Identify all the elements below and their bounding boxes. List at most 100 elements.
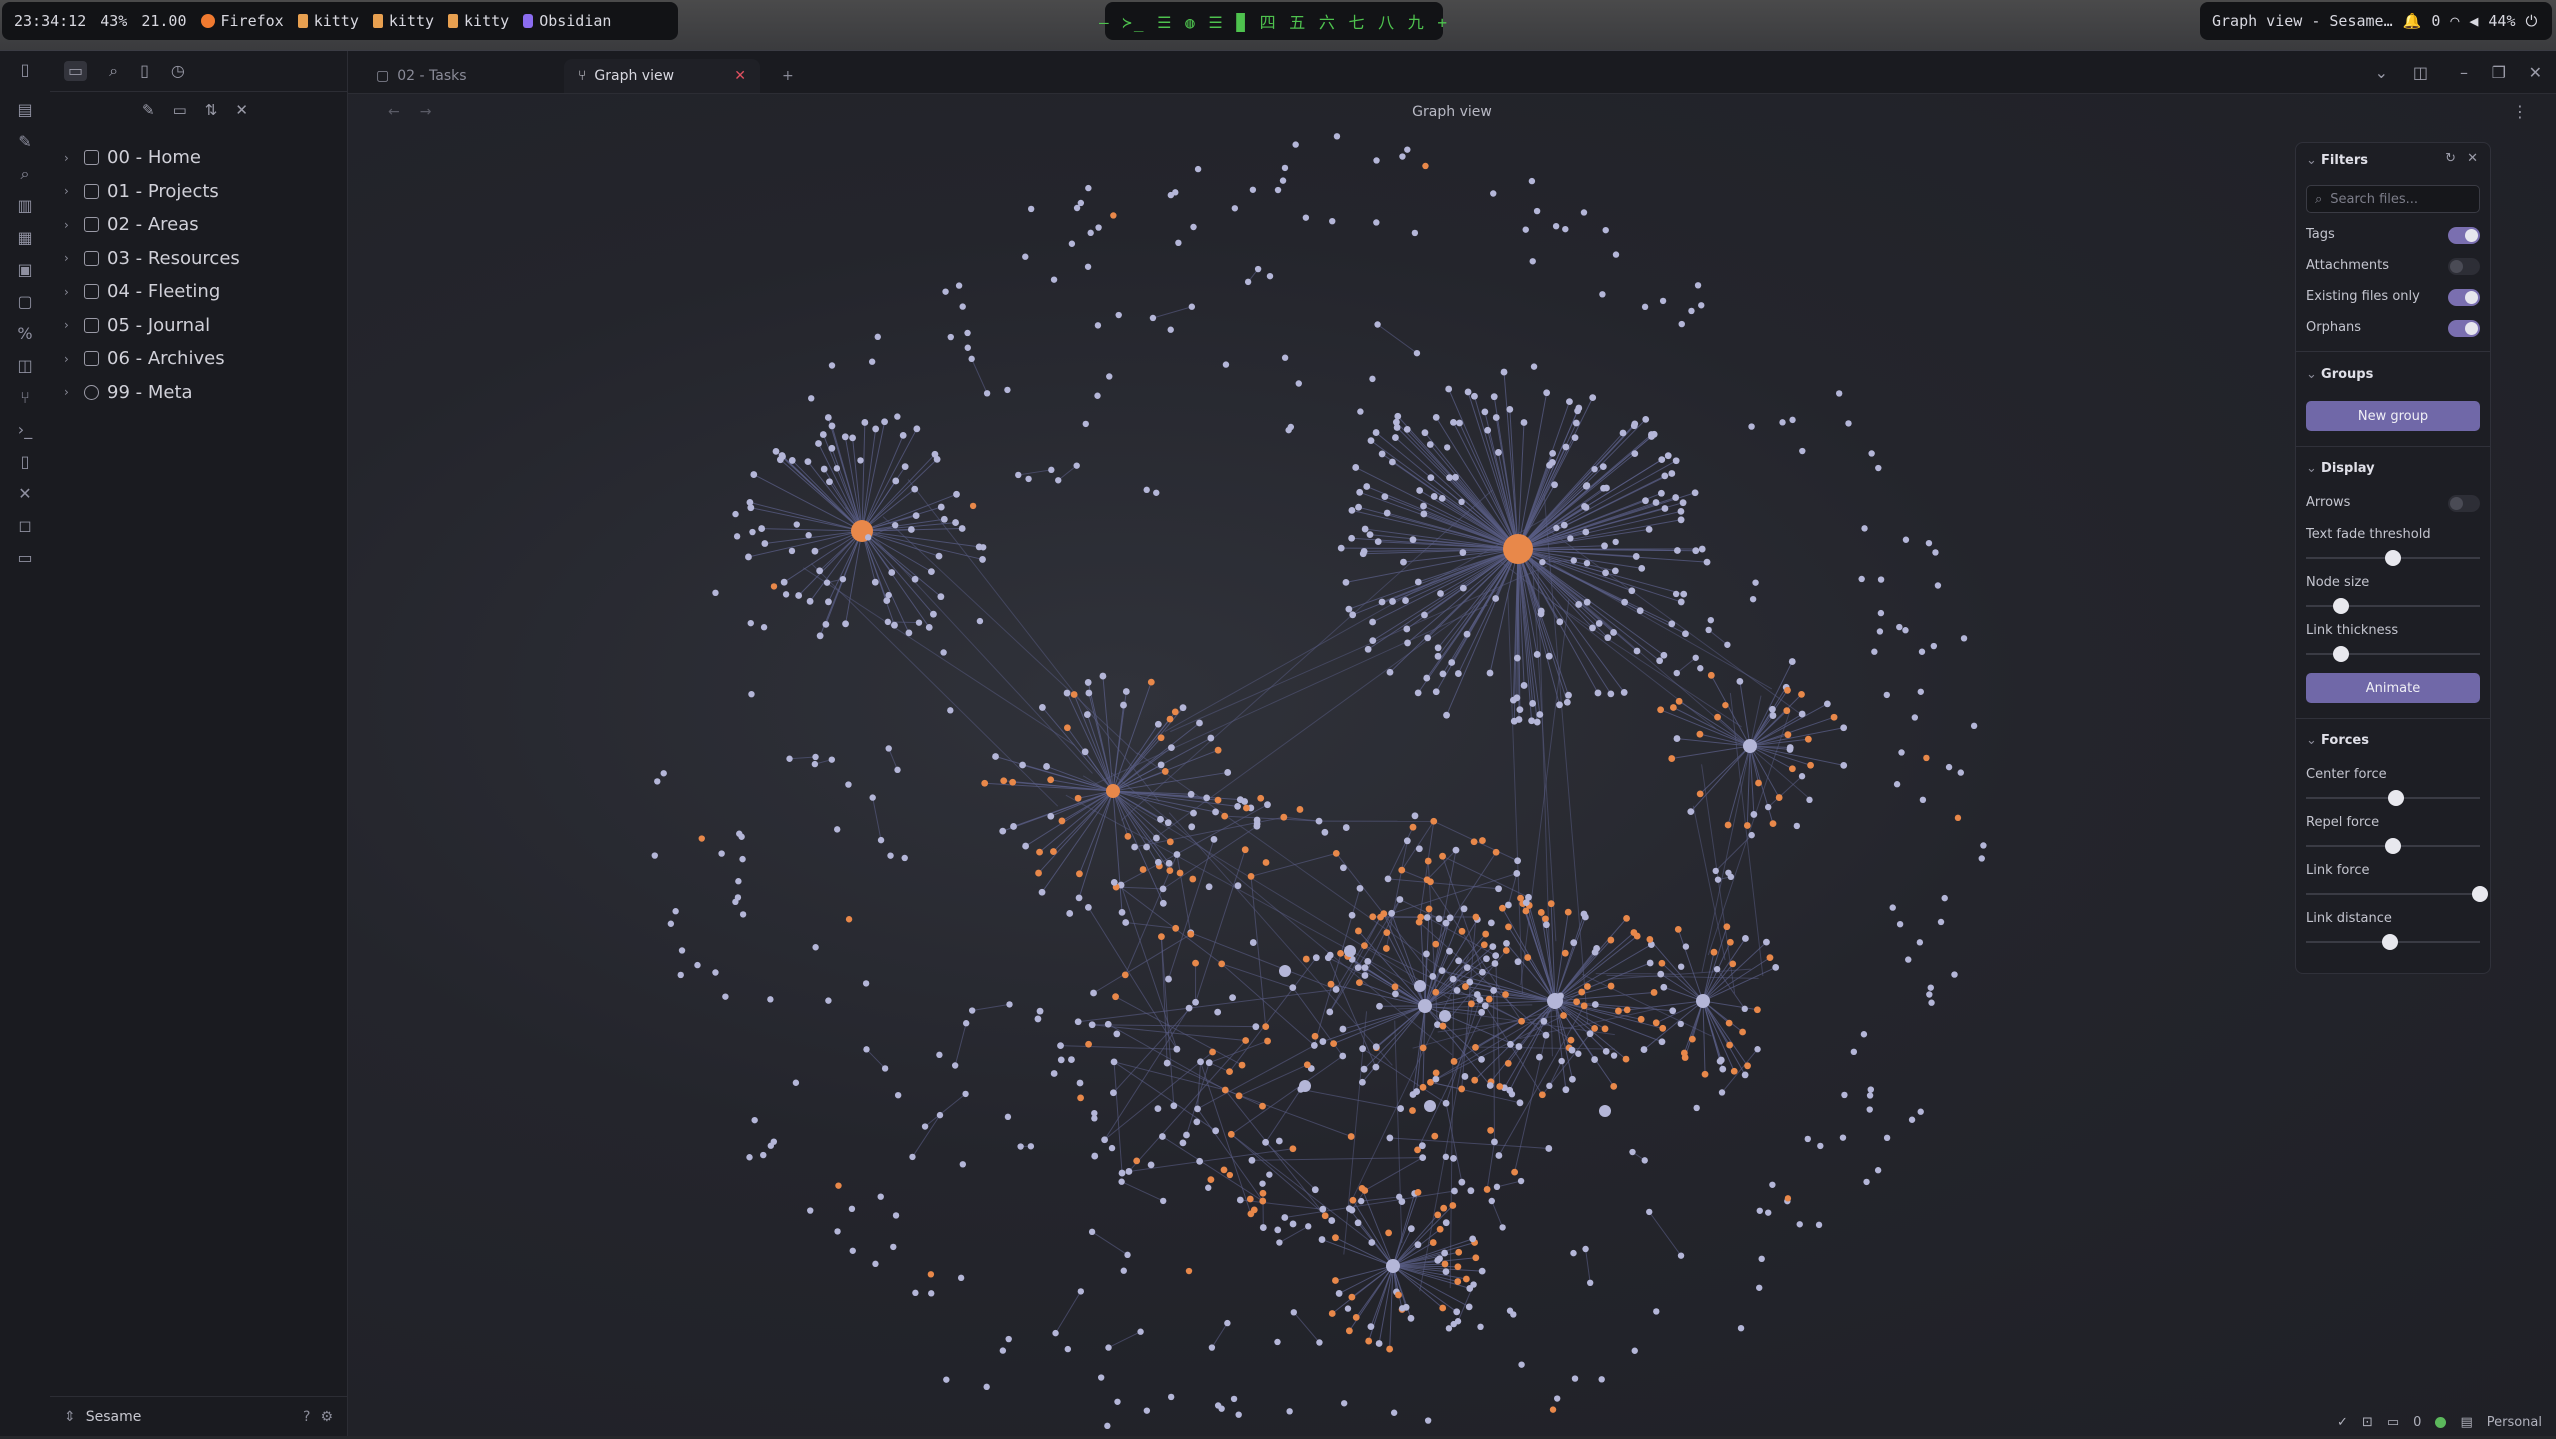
graph-node[interactable]	[1896, 920, 1904, 928]
graph-node[interactable]	[667, 920, 675, 927]
graph-node[interactable]	[1533, 207, 1541, 215]
graph-node[interactable]	[1659, 1024, 1667, 1032]
graph-node[interactable]	[936, 1111, 944, 1119]
graph-node[interactable]	[1714, 876, 1722, 883]
graph-node[interactable]	[1149, 314, 1157, 322]
graph-node[interactable]	[1570, 557, 1577, 564]
graph-node[interactable]	[1788, 658, 1796, 665]
graph-node[interactable]	[1236, 1196, 1244, 1204]
calendar-icon[interactable]: ▭	[16, 549, 34, 567]
graph-node[interactable]	[1568, 1046, 1576, 1054]
graph-node[interactable]	[1414, 980, 1426, 992]
existing-files-toggle[interactable]	[2448, 289, 2480, 306]
folder-meta[interactable]: › 99 - Meta	[50, 376, 347, 410]
graph-node[interactable]	[927, 1271, 935, 1278]
graph-node[interactable]	[1409, 1107, 1416, 1114]
graph-node[interactable]	[1436, 1225, 1444, 1233]
graph-node[interactable]	[1453, 1308, 1461, 1316]
graph-node[interactable]	[1591, 948, 1599, 956]
graph-node[interactable]	[1106, 784, 1120, 798]
graph-node[interactable]	[1354, 964, 1362, 972]
graph-node[interactable]	[1798, 690, 1805, 698]
graph-node[interactable]	[1582, 528, 1590, 536]
graph-node[interactable]	[1047, 812, 1055, 820]
graph-node[interactable]	[1372, 429, 1380, 436]
graph-node[interactable]	[1414, 1189, 1422, 1196]
graph-node[interactable]	[1356, 884, 1364, 892]
graph-node[interactable]	[1642, 415, 1650, 423]
graph-node[interactable]	[1575, 601, 1583, 608]
graph-node[interactable]	[1017, 1143, 1024, 1150]
graph-node[interactable]	[1569, 1075, 1576, 1083]
graph-node[interactable]	[1677, 1252, 1685, 1259]
graph-node[interactable]	[1259, 1189, 1267, 1197]
graph-node[interactable]	[857, 457, 864, 464]
graph-node[interactable]	[1455, 957, 1463, 965]
graph-node[interactable]	[1241, 798, 1249, 805]
graph-node[interactable]	[1866, 1092, 1874, 1099]
graph-node[interactable]	[892, 1212, 900, 1219]
arrows-toggle[interactable]	[2448, 495, 2480, 512]
graph-node[interactable]	[1118, 1169, 1126, 1177]
graph-node[interactable]	[811, 547, 819, 555]
graph-node[interactable]	[1636, 607, 1644, 615]
collapse-all-button[interactable]: ✕	[235, 101, 248, 119]
graph-node[interactable]	[1004, 386, 1011, 394]
graph-node[interactable]	[1395, 1193, 1403, 1201]
graph-node[interactable]	[1518, 1017, 1525, 1025]
graph-node[interactable]	[1081, 748, 1089, 756]
graph-node[interactable]	[1005, 1335, 1012, 1343]
graph-node[interactable]	[1221, 812, 1229, 820]
graph-node[interactable]	[1266, 272, 1274, 280]
graph-node[interactable]	[1205, 1184, 1212, 1191]
graph-node[interactable]	[732, 898, 739, 906]
graph-node[interactable]	[1578, 988, 1586, 996]
graph-node[interactable]	[1329, 217, 1336, 225]
graph-node[interactable]	[1188, 823, 1196, 831]
graph-node[interactable]	[1070, 691, 1078, 698]
graph-node[interactable]	[1422, 162, 1429, 170]
graph-node[interactable]	[1415, 918, 1423, 926]
graph-node[interactable]	[1235, 1092, 1243, 1100]
graph-node[interactable]	[1477, 1323, 1484, 1331]
graph-node[interactable]	[1252, 1023, 1260, 1031]
graph-node[interactable]	[812, 944, 819, 951]
settings-icon[interactable]: ⚙	[320, 1409, 333, 1425]
graph-node[interactable]	[1399, 1305, 1406, 1312]
graph-node[interactable]	[1549, 449, 1557, 457]
graph-node[interactable]	[1374, 538, 1382, 546]
graph-node[interactable]	[901, 854, 908, 862]
graph-node[interactable]	[1637, 1015, 1645, 1023]
graph-node[interactable]	[1409, 536, 1417, 544]
graph-node[interactable]	[1179, 704, 1187, 712]
graph-node[interactable]	[1448, 659, 1456, 666]
graph-node[interactable]	[1930, 642, 1938, 650]
slider-handle[interactable]	[2381, 934, 2398, 950]
graph-node[interactable]	[1450, 1058, 1458, 1065]
graph-node[interactable]	[1668, 620, 1676, 628]
graph-node[interactable]	[1591, 1024, 1599, 1032]
graph-node[interactable]	[1430, 493, 1438, 500]
graph-node[interactable]	[1196, 1157, 1204, 1165]
graph-node[interactable]	[1661, 505, 1669, 512]
graph-node[interactable]	[828, 756, 836, 763]
graph-node[interactable]	[1440, 1204, 1448, 1212]
filters-header[interactable]: ⌄ Filters	[2306, 153, 2368, 168]
graph-node[interactable]	[1918, 648, 1926, 655]
graph-node[interactable]	[1674, 925, 1682, 933]
graph-node[interactable]	[1094, 392, 1101, 399]
graph-node[interactable]	[1748, 423, 1755, 430]
graph-node[interactable]	[1454, 670, 1462, 677]
graph-node[interactable]	[712, 589, 719, 597]
graph-node[interactable]	[1504, 901, 1512, 909]
graph-node[interactable]	[1332, 1234, 1339, 1242]
graph-node[interactable]	[672, 908, 679, 915]
minimize-icon[interactable]: –	[2460, 63, 2468, 82]
graph-node[interactable]	[1367, 1323, 1375, 1331]
graph-node[interactable]	[1557, 992, 1564, 1000]
graph-node[interactable]	[1084, 903, 1092, 911]
graph-node[interactable]	[1917, 1108, 1924, 1115]
graph-node[interactable]	[1373, 157, 1380, 164]
graph-node[interactable]	[1392, 434, 1399, 441]
graph-node[interactable]	[1439, 1010, 1451, 1022]
